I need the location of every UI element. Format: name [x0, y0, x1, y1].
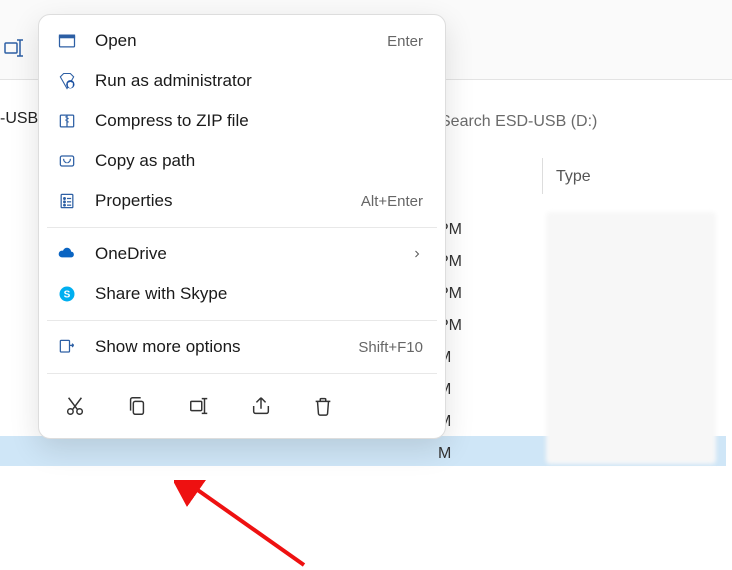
properties-icon — [57, 191, 87, 211]
see-more-button[interactable] — [492, 30, 540, 64]
menu-share-skype[interactable]: S Share with Skype — [39, 274, 445, 314]
column-header-type[interactable]: Type — [556, 168, 591, 186]
cut-icon — [64, 395, 86, 417]
menu-separator — [47, 227, 437, 228]
table-row[interactable]: M — [438, 438, 462, 470]
menu-separator — [47, 373, 437, 374]
menu-onedrive[interactable]: OneDrive — [39, 234, 445, 274]
menu-open-shortcut: Enter — [387, 33, 423, 50]
share-icon — [250, 395, 272, 417]
delete-icon — [312, 395, 334, 417]
action-icon-row — [39, 380, 445, 432]
rename-action-icon — [188, 395, 210, 417]
chevron-right-icon — [411, 248, 423, 260]
menu-separator — [47, 320, 437, 321]
breadcrumb-tail: -USB — [0, 110, 38, 128]
menu-admin-label: Run as administrator — [87, 71, 423, 91]
copy-icon — [126, 395, 148, 417]
menu-more-shortcut: Shift+F10 — [358, 339, 423, 356]
cut-button[interactable] — [63, 394, 87, 418]
menu-zip-label: Compress to ZIP file — [87, 111, 423, 131]
search-input[interactable] — [440, 108, 710, 136]
menu-more-label: Show more options — [87, 337, 358, 357]
show-more-icon — [57, 337, 87, 357]
shield-icon — [57, 71, 87, 91]
menu-properties-shortcut: Alt+Enter — [361, 193, 423, 210]
column-divider — [542, 158, 543, 194]
menu-compress-zip[interactable]: Compress to ZIP file — [39, 101, 445, 141]
menu-copypath-label: Copy as path — [87, 151, 423, 171]
copy-path-icon — [57, 151, 87, 171]
share-button[interactable] — [249, 394, 273, 418]
menu-properties[interactable]: Properties Alt+Enter — [39, 181, 445, 221]
svg-text:S: S — [64, 289, 71, 300]
menu-show-more-options[interactable]: Show more options Shift+F10 — [39, 327, 445, 367]
menu-run-as-administrator[interactable]: Run as administrator — [39, 61, 445, 101]
menu-onedrive-label: OneDrive — [87, 244, 411, 264]
menu-skype-label: Share with Skype — [87, 284, 423, 304]
menu-copy-as-path[interactable]: Copy as path — [39, 141, 445, 181]
zip-icon — [57, 111, 87, 131]
delete-button[interactable] — [311, 394, 335, 418]
rename-icon[interactable] — [2, 36, 26, 60]
rename-button[interactable] — [187, 394, 211, 418]
menu-open-label: Open — [87, 31, 387, 51]
onedrive-icon — [57, 244, 87, 264]
menu-properties-label: Properties — [87, 191, 361, 211]
copy-button[interactable] — [125, 394, 149, 418]
context-menu: Open Enter Run as administrator Compress… — [38, 14, 446, 439]
annotation-arrow — [174, 480, 324, 570]
menu-open[interactable]: Open Enter — [39, 21, 445, 61]
blurred-preview — [546, 212, 716, 464]
open-icon — [57, 31, 87, 51]
skype-icon: S — [57, 284, 87, 304]
